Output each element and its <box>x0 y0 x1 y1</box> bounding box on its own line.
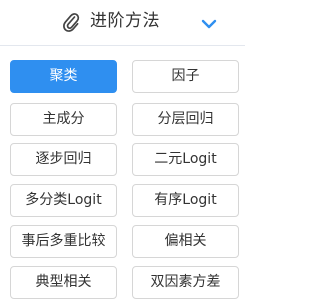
panel-title: 进阶方法 <box>90 11 160 31</box>
advanced-methods-panel: 进阶方法 聚类 因子 主成分 分层回归 逐步回归 二元Logit 多分类Logi… <box>0 0 245 306</box>
panel-header[interactable]: 进阶方法 <box>0 0 245 46</box>
method-button-principal-component[interactable]: 主成分 <box>10 103 117 136</box>
method-button-post-hoc-comparison[interactable]: 事后多重比较 <box>10 225 117 258</box>
method-button-multinomial-logit[interactable]: 多分类Logit <box>10 184 117 217</box>
paperclip-icon <box>63 13 80 32</box>
method-button-two-way-anova[interactable]: 双因素方差 <box>132 266 239 299</box>
method-button-partial-correlation[interactable]: 偏相关 <box>132 225 239 258</box>
method-button-clustering[interactable]: 聚类 <box>10 60 117 93</box>
method-button-canonical-correlation[interactable]: 典型相关 <box>10 266 117 299</box>
method-button-stepwise-regression[interactable]: 逐步回归 <box>10 143 117 176</box>
chevron-down-icon[interactable] <box>198 13 220 35</box>
method-button-ordinal-logit[interactable]: 有序Logit <box>132 184 239 217</box>
method-button-hierarchical-regression[interactable]: 分层回归 <box>132 103 239 136</box>
method-button-binary-logit[interactable]: 二元Logit <box>132 143 239 176</box>
method-button-factor[interactable]: 因子 <box>132 60 239 93</box>
